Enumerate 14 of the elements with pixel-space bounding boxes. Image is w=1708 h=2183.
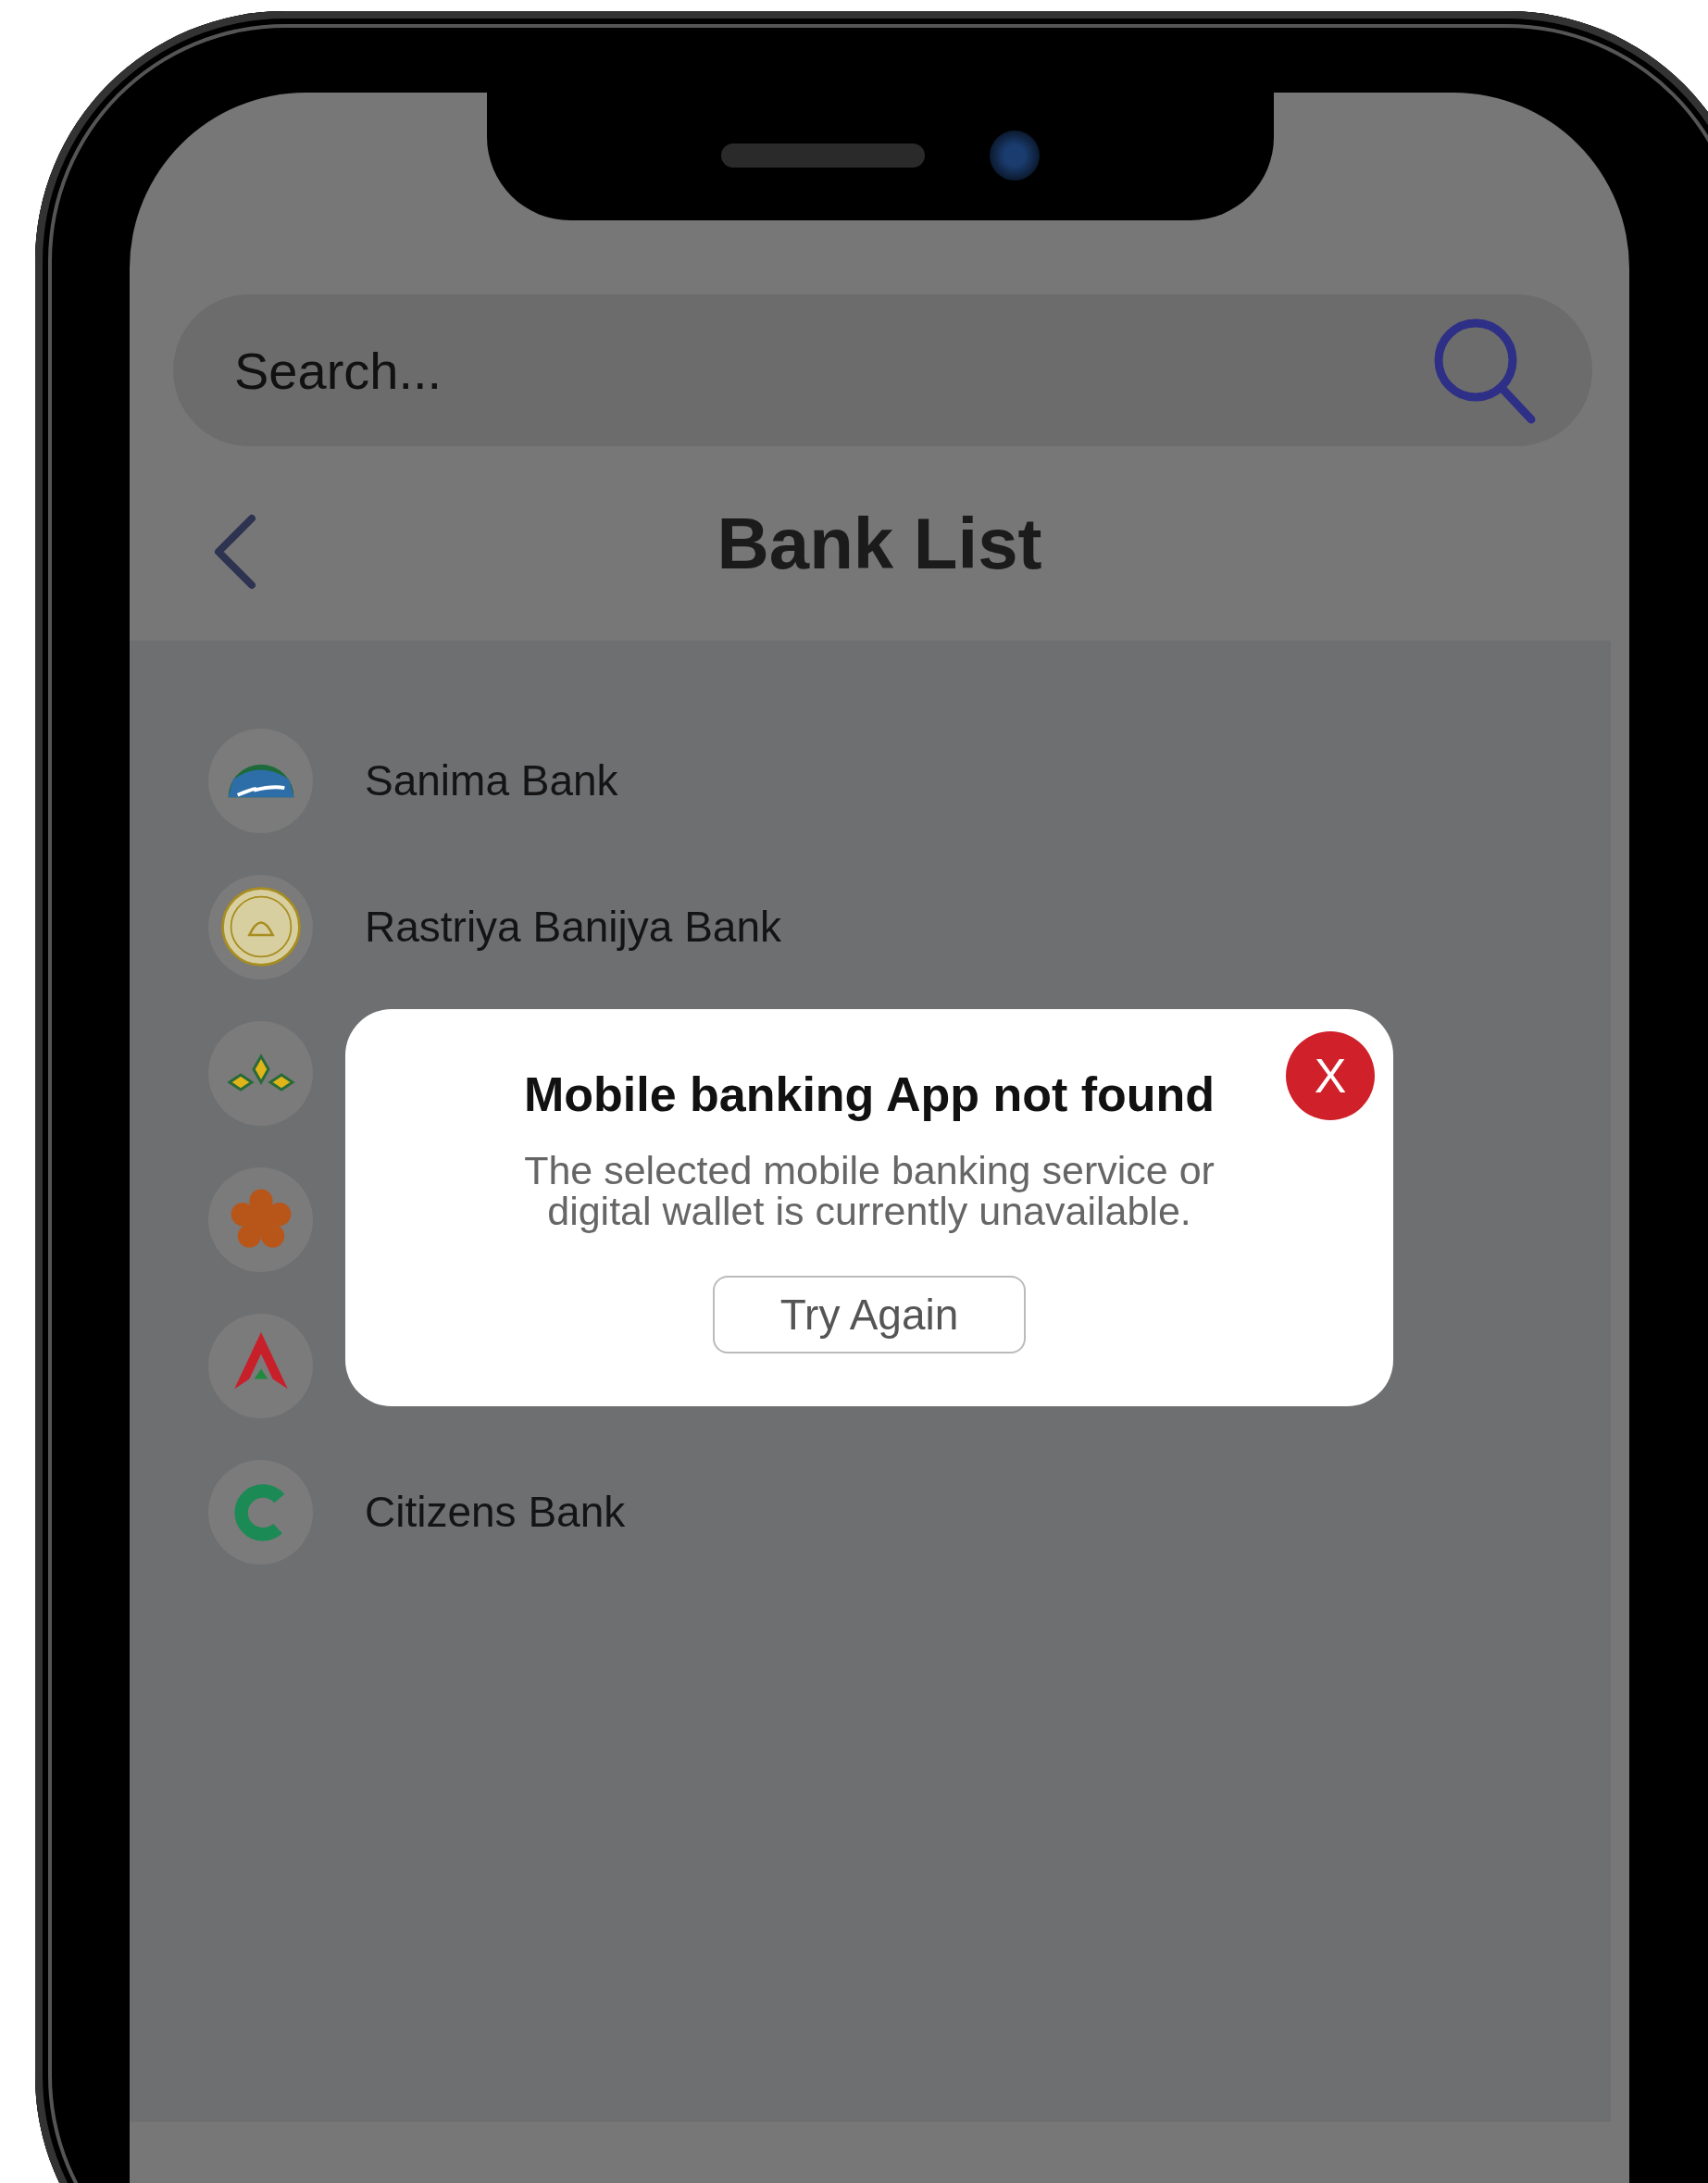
bank-name[interactable]: Sanima Bank xyxy=(365,755,618,805)
search-field[interactable]: Search... xyxy=(232,339,1431,402)
bank-name[interactable]: Citizens Bank xyxy=(365,1487,626,1537)
speaker-icon xyxy=(721,143,925,168)
dialog-message: The selected mobile banking service or digital wallet is currently unavailable. xyxy=(523,1150,1216,1231)
dialog-title: Mobile banking App not found xyxy=(523,1067,1216,1122)
try-again-button[interactable]: Try Again xyxy=(713,1276,1026,1353)
camera-icon xyxy=(990,131,1040,181)
bank-name[interactable]: Rastriya Banijya Bank xyxy=(365,902,781,952)
search-bar[interactable]: Search... xyxy=(173,294,1592,446)
close-button[interactable]: X xyxy=(1286,1031,1375,1120)
emblem-icon xyxy=(218,885,303,968)
page-title: Bank List xyxy=(717,501,1042,586)
diamond-icon xyxy=(225,1053,296,1093)
